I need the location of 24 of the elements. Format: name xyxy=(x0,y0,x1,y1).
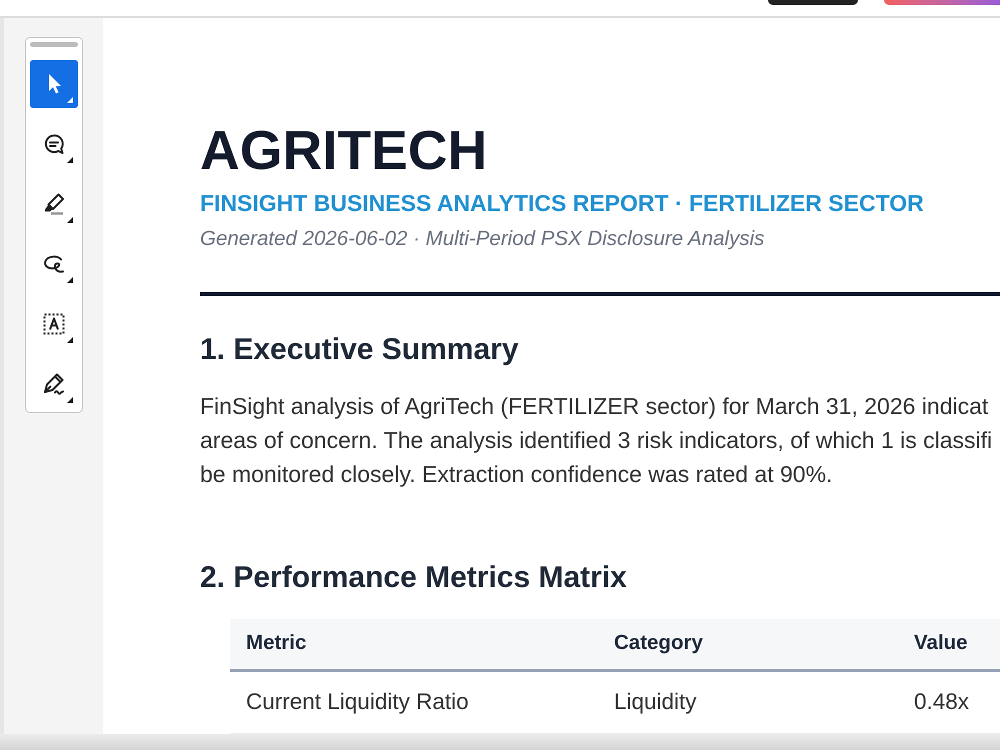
table-cell-text: 0.48x xyxy=(913,688,970,716)
drag-handle[interactable] xyxy=(30,42,78,47)
section-heading: 1. Executive Summary xyxy=(200,334,520,364)
speech-bubble-icon xyxy=(42,132,66,156)
column-header: Category xyxy=(613,630,704,656)
header-button[interactable] xyxy=(768,0,858,5)
generated-note: Generated 2026-06-02 · Multi-Period PSX Disclosure Analysis xyxy=(200,229,766,250)
corner-triangle-icon xyxy=(67,97,73,103)
highlighter-icon xyxy=(42,192,66,216)
pen-nib-icon xyxy=(42,372,66,396)
corner-triangle-icon xyxy=(67,337,73,343)
report-subtitle: FINSIGHT BUSINESS ANALYTICS REPORT · FERTILIZER SECTOR xyxy=(200,192,925,215)
column-header: Metric xyxy=(245,630,308,656)
column-header: Value xyxy=(913,630,969,656)
report-title: AGRITECH xyxy=(200,123,488,178)
text-box-icon xyxy=(42,312,66,336)
corner-triangle-icon xyxy=(67,397,73,403)
section-heading: 2. Performance Metrics Matrix xyxy=(200,562,628,592)
corner-triangle-icon xyxy=(67,157,73,163)
summary-paragraph: FinSight analysis of AgriTech (FERTILIZER sector) for March 31, 2026 indicat areas of concern. The analysis identified 3 risk indicators, of which 1 is classifi be monitored closely. Extraction confidence was rated at 90%. xyxy=(200,392,994,489)
corner-triangle-icon xyxy=(67,217,73,223)
table-cell-text: Liquidity xyxy=(613,688,698,716)
table-cell-text: Current Liquidity Ratio xyxy=(245,688,470,716)
corner-triangle-icon xyxy=(67,277,73,283)
